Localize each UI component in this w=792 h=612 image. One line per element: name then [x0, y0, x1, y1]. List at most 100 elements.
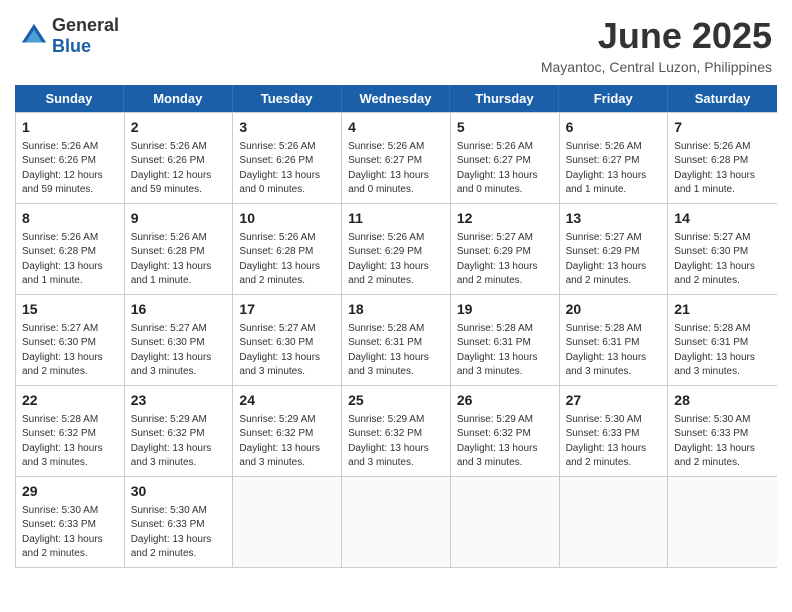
day-info: Sunrise: 5:28 AM Sunset: 6:31 PM Dayligh… — [674, 322, 771, 380]
calendar-day-cell: 1Sunrise: 5:26 AM Sunset: 6:26 PM Daylig… — [16, 113, 125, 203]
day-info: Sunrise: 5:26 AM Sunset: 6:27 PM Dayligh… — [348, 140, 444, 198]
day-info: Sunrise: 5:29 AM Sunset: 6:32 PM Dayligh… — [457, 413, 553, 471]
day-number: 1 — [22, 118, 118, 138]
calendar-day-cell: 29Sunrise: 5:30 AM Sunset: 6:33 PM Dayli… — [16, 477, 125, 567]
day-number: 17 — [239, 300, 335, 320]
day-info: Sunrise: 5:27 AM Sunset: 6:29 PM Dayligh… — [457, 231, 553, 289]
calendar-day-cell: 8Sunrise: 5:26 AM Sunset: 6:28 PM Daylig… — [16, 204, 125, 294]
day-number: 16 — [131, 300, 227, 320]
calendar-header-cell: Saturday — [668, 85, 777, 112]
calendar-day-cell: 17Sunrise: 5:27 AM Sunset: 6:30 PM Dayli… — [233, 295, 342, 385]
day-number: 21 — [674, 300, 771, 320]
calendar-day-cell: 16Sunrise: 5:27 AM Sunset: 6:30 PM Dayli… — [125, 295, 234, 385]
day-info: Sunrise: 5:28 AM Sunset: 6:31 PM Dayligh… — [457, 322, 553, 380]
calendar-header-cell: Wednesday — [342, 85, 451, 112]
calendar-day-cell: 14Sunrise: 5:27 AM Sunset: 6:30 PM Dayli… — [668, 204, 777, 294]
day-number: 25 — [348, 391, 444, 411]
calendar-day-cell: 18Sunrise: 5:28 AM Sunset: 6:31 PM Dayli… — [342, 295, 451, 385]
header: General Blue June 2025 Mayantoc, Central… — [0, 0, 792, 85]
logo-general-text: General — [52, 15, 119, 35]
calendar-day-cell: 20Sunrise: 5:28 AM Sunset: 6:31 PM Dayli… — [560, 295, 669, 385]
day-number: 13 — [566, 209, 662, 229]
day-info: Sunrise: 5:26 AM Sunset: 6:26 PM Dayligh… — [239, 140, 335, 198]
day-number: 5 — [457, 118, 553, 138]
day-number: 11 — [348, 209, 444, 229]
day-info: Sunrise: 5:27 AM Sunset: 6:30 PM Dayligh… — [239, 322, 335, 380]
day-number: 30 — [131, 482, 227, 502]
day-info: Sunrise: 5:29 AM Sunset: 6:32 PM Dayligh… — [348, 413, 444, 471]
day-number: 28 — [674, 391, 771, 411]
day-info: Sunrise: 5:28 AM Sunset: 6:31 PM Dayligh… — [348, 322, 444, 380]
calendar-day-cell: 15Sunrise: 5:27 AM Sunset: 6:30 PM Dayli… — [16, 295, 125, 385]
day-number: 23 — [131, 391, 227, 411]
calendar-header-cell: Friday — [559, 85, 668, 112]
logo: General Blue — [20, 15, 119, 57]
day-number: 14 — [674, 209, 771, 229]
calendar-header-cell: Tuesday — [233, 85, 342, 112]
title-block: June 2025 Mayantoc, Central Luzon, Phili… — [541, 15, 772, 75]
calendar-day-cell: 27Sunrise: 5:30 AM Sunset: 6:33 PM Dayli… — [560, 386, 669, 476]
logo-blue-text: Blue — [52, 36, 91, 56]
calendar-day-cell: 12Sunrise: 5:27 AM Sunset: 6:29 PM Dayli… — [451, 204, 560, 294]
calendar-day-cell: 7Sunrise: 5:26 AM Sunset: 6:28 PM Daylig… — [668, 113, 777, 203]
day-info: Sunrise: 5:26 AM Sunset: 6:28 PM Dayligh… — [22, 231, 118, 289]
day-number: 18 — [348, 300, 444, 320]
day-number: 2 — [131, 118, 227, 138]
day-info: Sunrise: 5:26 AM Sunset: 6:26 PM Dayligh… — [131, 140, 227, 198]
day-info: Sunrise: 5:26 AM Sunset: 6:28 PM Dayligh… — [239, 231, 335, 289]
day-info: Sunrise: 5:27 AM Sunset: 6:30 PM Dayligh… — [131, 322, 227, 380]
day-info: Sunrise: 5:27 AM Sunset: 6:29 PM Dayligh… — [566, 231, 662, 289]
day-info: Sunrise: 5:30 AM Sunset: 6:33 PM Dayligh… — [674, 413, 771, 471]
day-info: Sunrise: 5:30 AM Sunset: 6:33 PM Dayligh… — [22, 504, 118, 562]
day-info: Sunrise: 5:30 AM Sunset: 6:33 PM Dayligh… — [131, 504, 227, 562]
calendar-day-cell: 23Sunrise: 5:29 AM Sunset: 6:32 PM Dayli… — [125, 386, 234, 476]
calendar-day-cell: 11Sunrise: 5:26 AM Sunset: 6:29 PM Dayli… — [342, 204, 451, 294]
day-number: 26 — [457, 391, 553, 411]
calendar-day-cell: 30Sunrise: 5:30 AM Sunset: 6:33 PM Dayli… — [125, 477, 234, 567]
day-number: 7 — [674, 118, 771, 138]
calendar-day-cell: 2Sunrise: 5:26 AM Sunset: 6:26 PM Daylig… — [125, 113, 234, 203]
calendar-day-cell: 10Sunrise: 5:26 AM Sunset: 6:28 PM Dayli… — [233, 204, 342, 294]
calendar-day-cell — [342, 477, 451, 567]
day-number: 19 — [457, 300, 553, 320]
calendar-day-cell — [451, 477, 560, 567]
calendar-day-cell — [233, 477, 342, 567]
day-number: 24 — [239, 391, 335, 411]
day-info: Sunrise: 5:28 AM Sunset: 6:32 PM Dayligh… — [22, 413, 118, 471]
day-number: 27 — [566, 391, 662, 411]
calendar-day-cell: 28Sunrise: 5:30 AM Sunset: 6:33 PM Dayli… — [668, 386, 777, 476]
calendar-day-cell: 21Sunrise: 5:28 AM Sunset: 6:31 PM Dayli… — [668, 295, 777, 385]
calendar-header-cell: Monday — [124, 85, 233, 112]
calendar-day-cell: 9Sunrise: 5:26 AM Sunset: 6:28 PM Daylig… — [125, 204, 234, 294]
calendar-week: 15Sunrise: 5:27 AM Sunset: 6:30 PM Dayli… — [16, 294, 777, 385]
calendar-day-cell: 13Sunrise: 5:27 AM Sunset: 6:29 PM Dayli… — [560, 204, 669, 294]
calendar-week: 8Sunrise: 5:26 AM Sunset: 6:28 PM Daylig… — [16, 203, 777, 294]
day-number: 10 — [239, 209, 335, 229]
day-info: Sunrise: 5:26 AM Sunset: 6:28 PM Dayligh… — [131, 231, 227, 289]
calendar-header: SundayMondayTuesdayWednesdayThursdayFrid… — [15, 85, 777, 112]
calendar-body: 1 Sunrise: 5:26 AM Sunset: 6:26 PM Daylig… — [15, 112, 777, 568]
calendar-day-cell — [668, 477, 777, 567]
day-info: Sunrise: 5:30 AM Sunset: 6:33 PM Dayligh… — [566, 413, 662, 471]
day-number: 4 — [348, 118, 444, 138]
day-number: 8 — [22, 209, 118, 229]
calendar-day-cell: 26Sunrise: 5:29 AM Sunset: 6:32 PM Dayli… — [451, 386, 560, 476]
day-info: Sunrise: 5:27 AM Sunset: 6:30 PM Dayligh… — [674, 231, 771, 289]
calendar-day-cell: 5Sunrise: 5:26 AM Sunset: 6:27 PM Daylig… — [451, 113, 560, 203]
calendar-day-cell: 22Sunrise: 5:28 AM Sunset: 6:32 PM Dayli… — [16, 386, 125, 476]
day-number: 3 — [239, 118, 335, 138]
calendar-day-cell: 19Sunrise: 5:28 AM Sunset: 6:31 PM Dayli… — [451, 295, 560, 385]
page-container: General Blue June 2025 Mayantoc, Central… — [0, 0, 792, 568]
logo-icon — [20, 22, 48, 50]
location: Mayantoc, Central Luzon, Philippines — [541, 59, 772, 75]
day-info: Sunrise: 5:29 AM Sunset: 6:32 PM Dayligh… — [239, 413, 335, 471]
calendar-week: 22Sunrise: 5:28 AM Sunset: 6:32 PM Dayli… — [16, 385, 777, 476]
calendar-day-cell — [560, 477, 669, 567]
calendar-week: 1 Sunrise: 5:26 AM Sunset: 6:26 PM Daylig… — [16, 112, 777, 203]
day-info: Sunrise: 5:26 AM Sunset: 6:28 PM Dayligh… — [674, 140, 771, 198]
day-number: 20 — [566, 300, 662, 320]
day-info: Sunrise: 5:28 AM Sunset: 6:31 PM Dayligh… — [566, 322, 662, 380]
calendar-header-cell: Thursday — [450, 85, 559, 112]
day-number: 9 — [131, 209, 227, 229]
day-info: Sunrise: 5:26 AM Sunset: 6:27 PM Dayligh… — [566, 140, 662, 198]
